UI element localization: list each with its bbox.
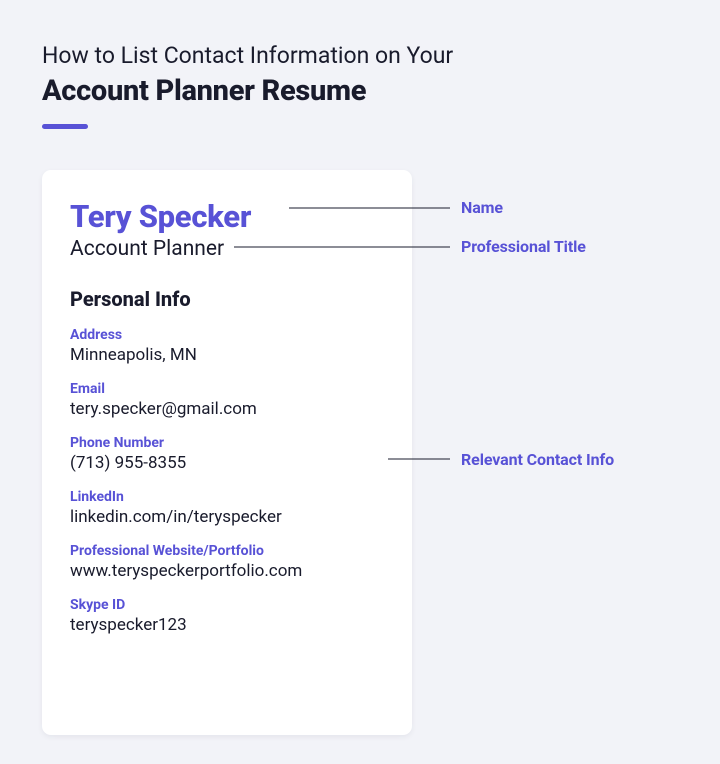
field-skype: Skype ID teryspecker123	[70, 597, 384, 635]
field-label-phone: Phone Number	[70, 435, 384, 451]
annotation-professional-title: Professional Title	[461, 237, 586, 256]
field-value-phone: (713) 955-8355	[70, 453, 384, 473]
field-email: Email tery.specker@gmail.com	[70, 381, 384, 419]
heading-line-1: How to List Contact Information on Your	[42, 40, 678, 71]
field-value-linkedin: linkedin.com/in/teryspecker	[70, 507, 384, 527]
field-website: Professional Website/Portfolio www.terys…	[70, 543, 384, 581]
card-professional-title: Account Planner	[70, 237, 384, 261]
field-linkedin: LinkedIn linkedin.com/in/teryspecker	[70, 489, 384, 527]
resume-card: Tery Specker Account Planner Personal In…	[42, 170, 412, 735]
field-value-address: Minneapolis, MN	[70, 345, 384, 365]
field-value-skype: teryspecker123	[70, 615, 384, 635]
field-label-address: Address	[70, 327, 384, 343]
annotation-name: Name	[461, 198, 503, 217]
card-name: Tery Specker	[70, 198, 384, 235]
field-value-website: www.teryspeckerportfolio.com	[70, 561, 384, 581]
field-phone: Phone Number (713) 955-8355	[70, 435, 384, 473]
field-address: Address Minneapolis, MN	[70, 327, 384, 365]
annotation-contact-info: Relevant Contact Info	[461, 450, 614, 469]
field-value-email: tery.specker@gmail.com	[70, 399, 384, 419]
field-label-website: Professional Website/Portfolio	[70, 543, 384, 559]
card-section-heading: Personal Info	[70, 287, 384, 311]
field-label-linkedin: LinkedIn	[70, 489, 384, 505]
page-heading: How to List Contact Information on Your …	[42, 40, 678, 129]
accent-underline	[42, 124, 88, 129]
field-label-skype: Skype ID	[70, 597, 384, 613]
field-label-email: Email	[70, 381, 384, 397]
heading-line-2: Account Planner Resume	[42, 73, 678, 111]
